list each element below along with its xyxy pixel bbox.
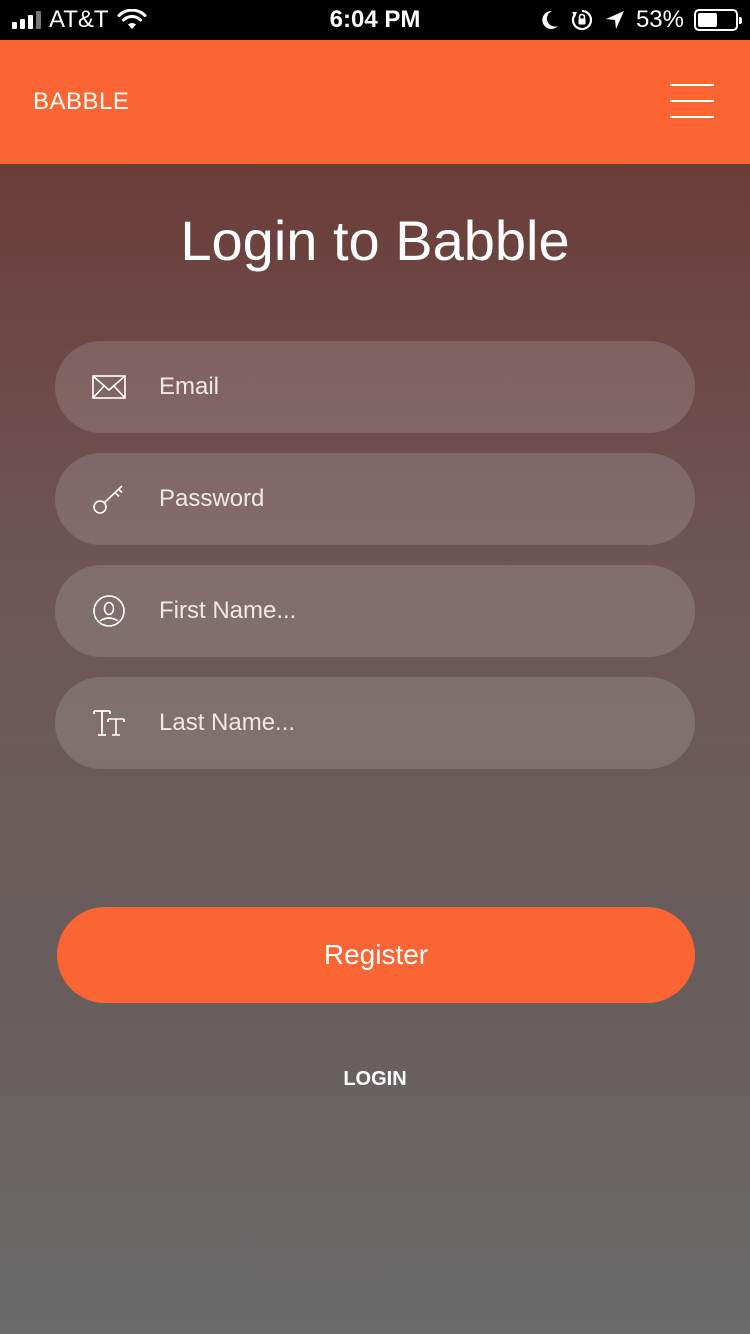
rotation-lock-icon	[571, 9, 593, 31]
location-arrow-icon	[605, 11, 624, 29]
page-title: Login to Babble	[180, 209, 570, 272]
status-bar: AT&T 6:04 PM 53%	[0, 0, 750, 40]
last-name-field[interactable]	[55, 677, 695, 769]
key-icon	[93, 485, 123, 514]
first-name-field[interactable]	[55, 565, 695, 657]
password-input[interactable]	[159, 453, 665, 545]
battery-icon	[694, 9, 742, 31]
app-header: BABBLE	[0, 40, 750, 164]
last-name-input[interactable]	[159, 677, 665, 769]
moon-icon	[542, 10, 558, 29]
envelope-icon	[92, 375, 126, 399]
wifi-icon	[117, 9, 147, 29]
battery-fill	[698, 13, 717, 27]
battery-percent: 53%	[635, 6, 684, 33]
email-input[interactable]	[159, 341, 665, 433]
signal-icon	[12, 11, 41, 29]
login-panel: Login to Babble Re	[0, 164, 750, 1334]
register-button[interactable]: Register	[57, 907, 695, 1003]
hamburger-menu-icon[interactable]	[670, 84, 714, 120]
user-circle-icon	[93, 595, 125, 627]
status-left: AT&T	[12, 0, 147, 40]
brand-logo-text[interactable]: BABBLE	[33, 40, 129, 164]
first-name-input[interactable]	[159, 565, 665, 657]
password-field[interactable]	[55, 453, 695, 545]
email-field[interactable]	[55, 341, 695, 433]
carrier-name: AT&T	[49, 6, 109, 33]
login-link[interactable]: LOGIN	[0, 1068, 750, 1091]
status-right: 53%	[540, 0, 742, 40]
text-icon	[93, 710, 125, 736]
